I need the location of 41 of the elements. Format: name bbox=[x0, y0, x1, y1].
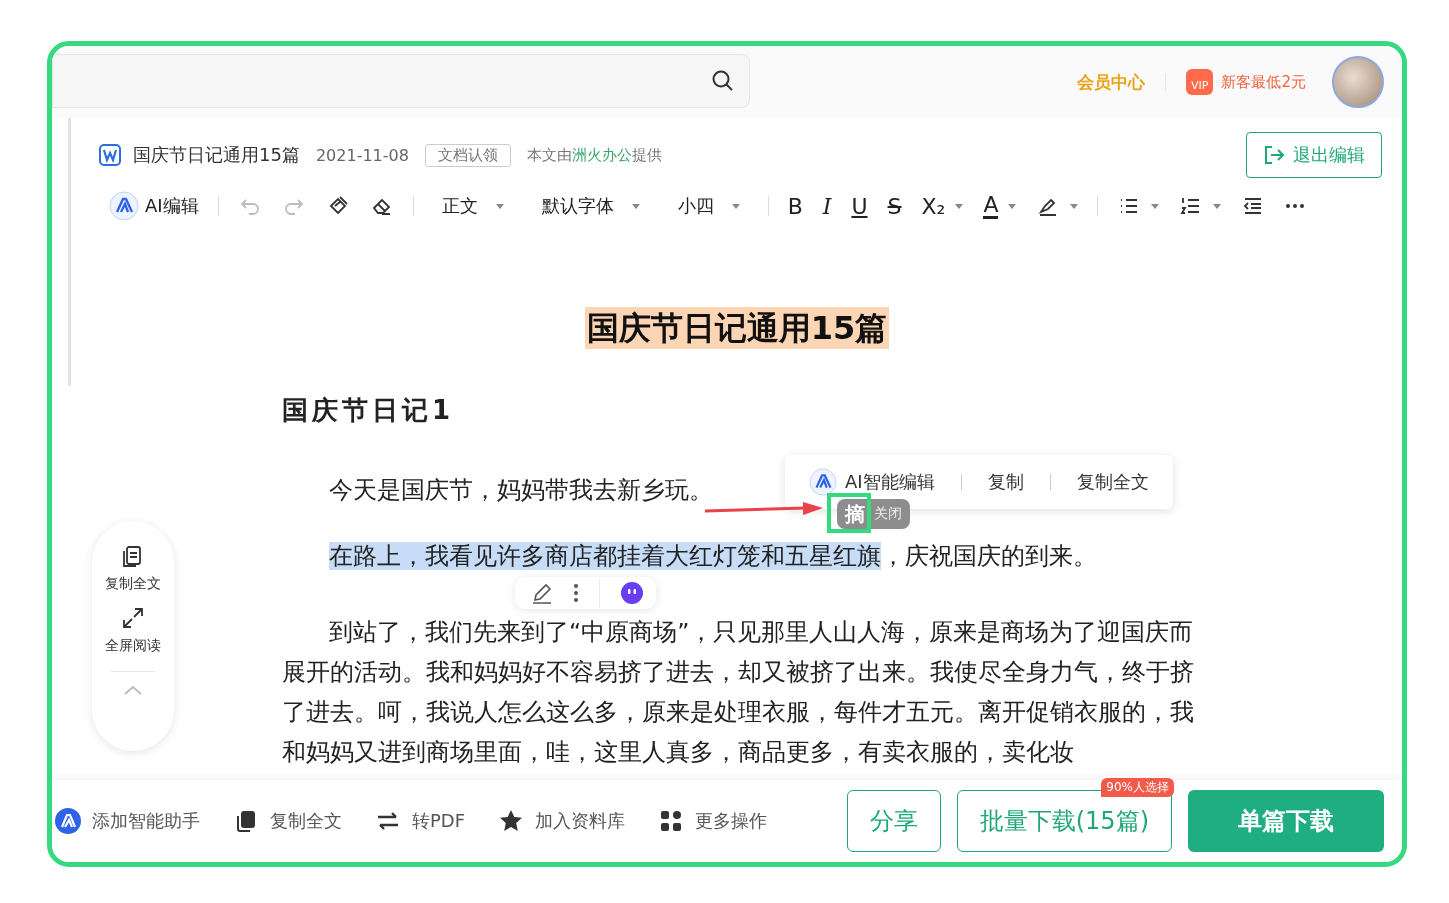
provider-note: 本文由洲火办公提供 bbox=[526, 145, 662, 165]
paragraph: 今天是国庆节，妈妈带我去新乡玩。 bbox=[328, 475, 713, 506]
copy-button[interactable]: 复制全文 bbox=[1070, 469, 1155, 495]
exit-icon bbox=[1263, 145, 1285, 165]
font-color-button[interactable]: A bbox=[978, 191, 1022, 221]
highlight-frame bbox=[827, 493, 871, 533]
bold-button[interactable]: B bbox=[782, 191, 808, 221]
fullscreen-button[interactable]: 全屏阅读 bbox=[105, 605, 161, 655]
pdf-action[interactable]: 转PDF bbox=[372, 807, 466, 835]
search-icon[interactable] bbox=[711, 69, 735, 93]
ai-edit-button[interactable]: AI编辑 bbox=[104, 189, 204, 223]
ai-logo-icon bbox=[109, 191, 139, 221]
section-heading: 国庆节日记1 bbox=[282, 394, 456, 427]
pencil-icon[interactable] bbox=[531, 582, 553, 604]
more-icon[interactable] bbox=[573, 583, 579, 603]
document-heading: 国庆节日记通用15篇 bbox=[584, 307, 890, 349]
popularity-badge: 90%人选择 bbox=[1101, 778, 1174, 797]
paragraph: 到站了，我们先来到了“中原商场”，只见那里人山人海，原来是商场为了迎国庆而展开的活动。我和妈妈好不容易挤了进去，却又被挤了出来。我使尽全身力气，终于挤了进去。呵，我说人怎么这么多，原来是处理衣服，每件才五元。离开促销衣服的，我和妈妈又进到商场里面，哇，这里人真多，商品更多，有卖衣服的，卖化妆 bbox=[282, 617, 1195, 768]
style-dropdown[interactable]: 小四 bbox=[663, 192, 754, 220]
assistant-action[interactable]: 添加智能助手 bbox=[52, 807, 200, 835]
robot-icon[interactable] bbox=[620, 581, 644, 605]
grid-action[interactable]: 更多操作 bbox=[655, 807, 768, 835]
underline-button[interactable]: U bbox=[846, 191, 873, 221]
copy-action[interactable]: 复制全文 bbox=[230, 807, 342, 835]
document-date: 2021-11-08 bbox=[315, 145, 409, 165]
copy-all-button[interactable]: 复制全文 bbox=[105, 543, 161, 593]
more-icon bbox=[1285, 203, 1306, 209]
word-doc-icon bbox=[99, 144, 121, 166]
style-dropdown[interactable]: 正文 bbox=[427, 192, 518, 220]
style-dropdown[interactable]: 默认字体 bbox=[527, 192, 654, 220]
expand-icon bbox=[120, 605, 146, 631]
subscript-button[interactable]: X₂ bbox=[916, 191, 969, 221]
copy-button[interactable]: 复制 bbox=[981, 469, 1030, 495]
strike-button[interactable]: S bbox=[882, 191, 907, 221]
document-title: 国庆节日记通用15篇 bbox=[133, 143, 300, 167]
claim-tag[interactable]: 文档认领 bbox=[424, 143, 511, 167]
ai-logo-icon bbox=[809, 468, 837, 496]
italic-button[interactable]: I bbox=[817, 191, 837, 221]
search-field[interactable] bbox=[52, 54, 750, 108]
ai-smart-edit-button[interactable]: AI智能编辑 bbox=[803, 467, 941, 497]
star-action[interactable]: 加入资料库 bbox=[495, 807, 626, 835]
